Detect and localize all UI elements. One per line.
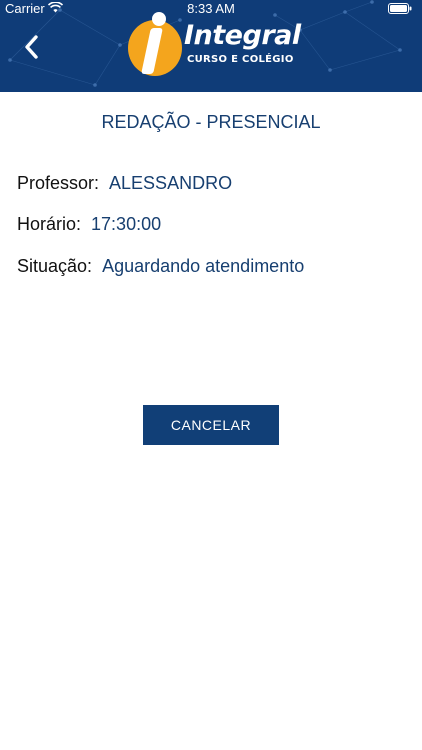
horario-label: Horário: [17, 214, 82, 234]
battery-icon [388, 3, 412, 14]
professor-row: Professor: ALESSANDRO [17, 173, 232, 194]
horario-value: 17:30:00 [91, 214, 162, 234]
logo-name: Integral [184, 20, 301, 51]
back-button[interactable] [20, 30, 48, 64]
chevron-left-icon [25, 35, 38, 59]
logo-subtitle: CURSO E COLÉGIO [187, 54, 294, 65]
app-header: Carrier 8:33 AM Integral CURSO E COLÉGIO [0, 0, 422, 92]
integral-logo: Integral CURSO E COLÉGIO [126, 12, 301, 82]
professor-label: Professor: [17, 173, 100, 193]
logo-i-dot [152, 12, 166, 26]
professor-value: ALESSANDRO [109, 173, 233, 193]
situacao-label: Situação: [17, 256, 93, 276]
cancel-button[interactable]: CANCELAR [143, 405, 279, 445]
horario-row: Horário: 17:30:00 [17, 214, 161, 235]
situacao-row: Situação: Aguardando atendimento [17, 256, 304, 277]
page-title: REDAÇÃO - PRESENCIAL [101, 112, 321, 132]
situacao-value: Aguardando atendimento [102, 256, 305, 276]
